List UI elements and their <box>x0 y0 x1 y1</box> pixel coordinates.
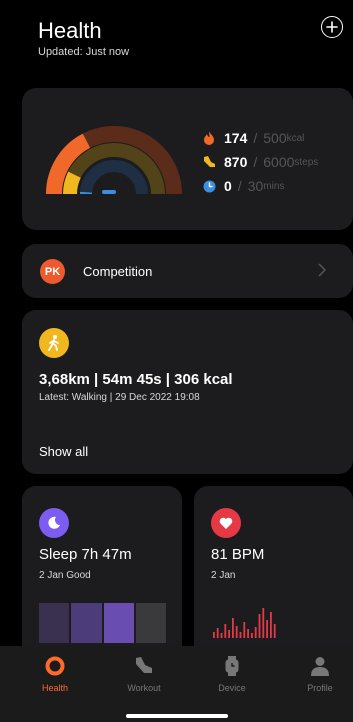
minutes-value: 0 <box>224 178 232 194</box>
sleep-date-quality: 2 Jan Good <box>39 570 91 581</box>
tab-workout[interactable]: Workout <box>114 654 174 700</box>
heart-rate-bar <box>228 630 230 638</box>
heart-icon <box>211 508 241 538</box>
heart-rate-bar <box>243 622 246 638</box>
chevron-right-icon <box>318 263 326 277</box>
activity-gauge <box>46 126 182 196</box>
add-button[interactable] <box>321 16 343 38</box>
home-indicator <box>126 714 228 718</box>
tab-profile[interactable]: Profile <box>290 654 350 700</box>
heart-rate-bar <box>247 629 249 638</box>
sleep-bar <box>71 603 102 643</box>
heart-rate-bar <box>251 633 253 638</box>
tab-health[interactable]: Health <box>25 654 85 700</box>
competition-label: Competition <box>83 264 153 279</box>
stat-steps: 870 / 6000 steps <box>202 150 318 174</box>
shoe-icon <box>202 155 216 169</box>
calories-value: 174 <box>224 130 248 146</box>
show-all-link[interactable]: Show all <box>39 444 88 459</box>
sleep-bar <box>103 603 134 643</box>
activity-stats: 174 / 500 kcal 870 / 6000 steps 0 / 30 mins <box>202 126 318 198</box>
sleep-chart <box>39 603 166 643</box>
sleep-duration: Sleep 7h 47m <box>39 546 132 563</box>
heart-rate-bar <box>216 628 219 638</box>
heart-rate-bar <box>273 624 276 638</box>
heart-rate-bar <box>224 624 227 638</box>
heart-rate-value: 81 BPM <box>211 546 265 563</box>
tab-label: Device <box>218 683 246 693</box>
stat-minutes: 0 / 30 mins <box>202 174 318 198</box>
minutes-unit: mins <box>263 180 285 192</box>
steps-value: 870 <box>224 154 248 170</box>
moon-icon <box>39 508 69 538</box>
activity-card[interactable]: 174 / 500 kcal 870 / 6000 steps 0 / 30 mins <box>22 88 353 230</box>
heart-rate-bar <box>239 632 242 638</box>
sleep-bar <box>135 603 166 643</box>
workout-summary: 3,68km | 54m 45s | 306 kcal <box>39 371 233 388</box>
gauge-progress-steps <box>63 171 81 195</box>
walking-icon <box>39 328 69 358</box>
calories-goal: 500 <box>263 130 287 146</box>
updated-status: Updated: Just now <box>38 46 130 58</box>
heart-rate-bar <box>262 608 265 638</box>
tab-label: Profile <box>307 683 333 693</box>
flame-icon <box>202 131 216 145</box>
heart-rate-bar <box>270 612 272 638</box>
steps-unit: steps <box>294 156 319 168</box>
gauge-minutes-mark <box>102 190 116 194</box>
heart-rate-bar <box>213 632 215 638</box>
tab-device[interactable]: Device <box>202 654 262 700</box>
tab-label: Health <box>41 683 68 693</box>
minutes-goal: 30 <box>247 178 264 194</box>
stat-calories: 174 / 500 kcal <box>202 126 318 150</box>
steps-goal: 6000 <box>263 154 295 170</box>
heart-rate-bar <box>266 620 268 638</box>
workout-card[interactable]: 3,68km | 54m 45s | 306 kcal Latest: Walk… <box>22 310 353 474</box>
calories-separator: / <box>253 130 258 146</box>
workout-latest: Latest: Walking | 29 Dec 2022 19:08 <box>39 392 200 403</box>
watch-icon <box>220 654 244 678</box>
heart-rate-date: 2 Jan <box>211 570 236 581</box>
calories-unit: kcal <box>286 132 305 144</box>
minutes-separator: / <box>237 178 242 194</box>
tab-label: Workout <box>127 683 161 693</box>
plus-circle-icon <box>326 21 338 33</box>
competition-card[interactable]: PK Competition <box>22 244 353 298</box>
health-ring-icon <box>43 654 67 678</box>
shoe-icon <box>132 654 156 678</box>
header: Health Updated: Just now <box>0 0 353 80</box>
heart-rate-chart <box>213 608 276 638</box>
user-icon <box>308 654 332 678</box>
heart-rate-bar <box>220 633 223 638</box>
sleep-card[interactable]: Sleep 7h 47m 2 Jan Good <box>22 486 182 656</box>
steps-separator: / <box>253 154 258 170</box>
heart-rate-card[interactable]: 81 BPM 2 Jan <box>194 486 353 656</box>
heart-rate-bar <box>254 627 257 638</box>
tab-bar: Health Workout Device Profile <box>0 646 353 722</box>
pk-badge: PK <box>40 259 65 284</box>
heart-rate-bar <box>235 626 238 638</box>
heart-rate-bar <box>232 618 234 638</box>
clock-icon <box>202 179 216 193</box>
sleep-bar <box>39 603 70 643</box>
page-title: Health <box>38 18 102 43</box>
heart-rate-bar <box>258 614 261 638</box>
